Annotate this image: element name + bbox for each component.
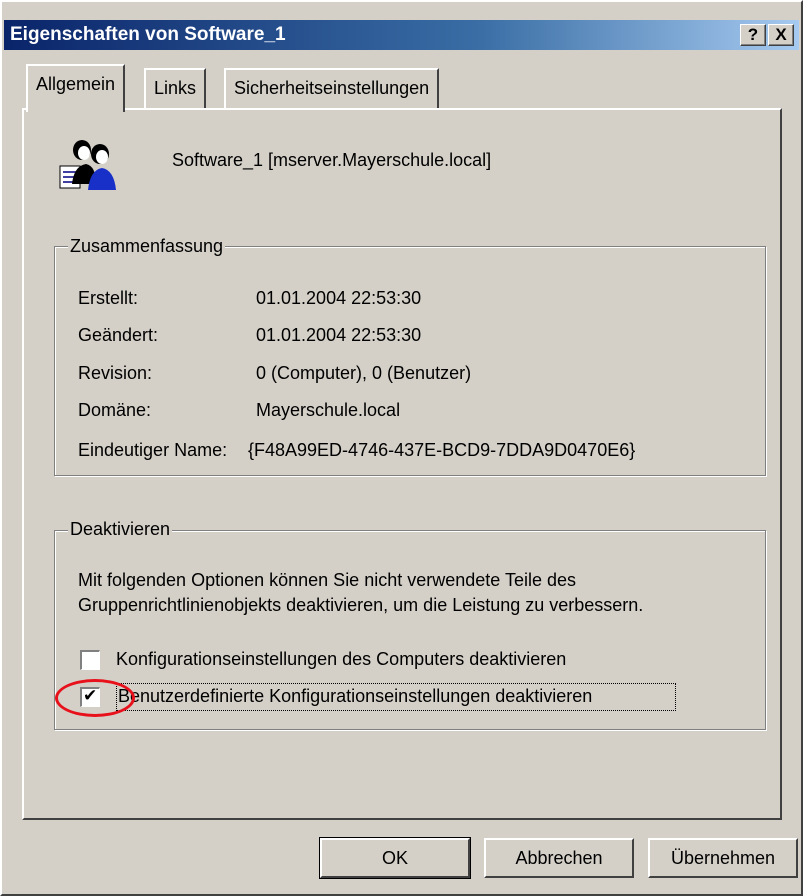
created-label: Erstellt: [78,288,139,308]
close-button[interactable]: X [768,24,794,46]
created-value: 01.01.2004 22:53:30 [256,288,422,308]
modified-value: 01.01.2004 22:53:30 [256,325,422,345]
tab-allgemein[interactable]: Allgemein [26,64,126,112]
cancel-button[interactable]: Abbrechen [484,838,634,878]
computer-settings-label[interactable]: Konfigurationseinstellungen des Computer… [116,649,566,670]
title-bar[interactable]: Eigenschaften von Software_1 ? X [4,20,799,50]
computer-settings-checkbox[interactable] [80,650,100,670]
revision-label: Revision: [78,363,153,383]
deactivate-description-line2: Gruppenrichtlinienobjekts deaktivieren, … [78,595,644,615]
help-button[interactable]: ? [740,24,766,46]
object-name: Software_1 [mserver.Mayerschule.local] [172,150,492,170]
tab-sicherheitseinstellungen[interactable]: Sicherheitseinstellungen [224,68,440,108]
group-policy-object-icon [59,140,116,190]
apply-button[interactable]: Übernehmen [648,838,798,878]
domain-value: Mayerschule.local [256,400,401,420]
window-title: Eigenschaften von Software_1 [10,24,286,45]
tab-links[interactable]: Links [144,68,207,108]
user-settings-label[interactable]: Benutzerdefinierte Konfigurationseinstel… [118,686,592,707]
revision-value: 0 (Computer), 0 (Benutzer) [256,363,472,383]
unique-name-value: {F48A99ED-4746-437E-BCD9-7DDA9D0470E6} [248,440,636,460]
ok-button[interactable]: OK [319,837,471,879]
domain-label: Domäne: [78,400,152,420]
modified-label: Geändert: [78,325,159,345]
summary-legend: Zusammenfassung [68,236,226,257]
deactivate-legend: Deaktivieren [68,519,173,540]
deactivate-description-line1: Mit folgenden Optionen können Sie nicht … [78,570,576,590]
highlight-circle [55,679,135,717]
unique-name-label: Eindeutiger Name: [78,440,228,460]
